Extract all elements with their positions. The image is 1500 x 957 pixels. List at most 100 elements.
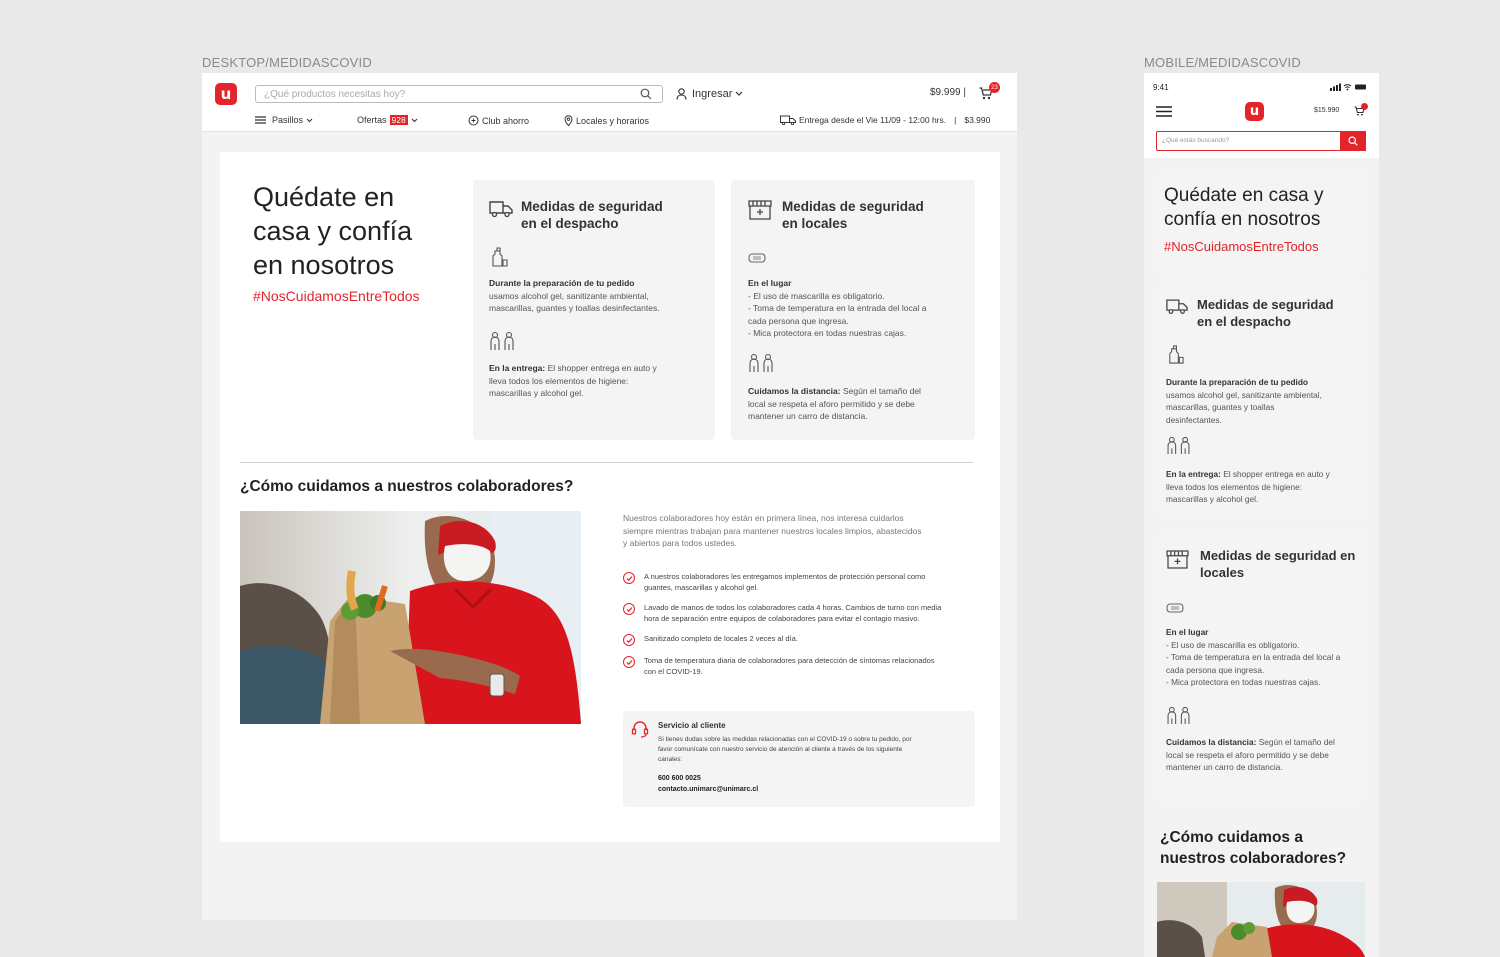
- mobile-dispatch-preparation-title: Durante la preparación de tu pedido: [1166, 377, 1308, 387]
- stores-place-line: - Mica protectora en todas nuestras caja…: [748, 328, 907, 338]
- two-people-icon: [1167, 706, 1190, 725]
- mobile-search-input[interactable]: ¿Qué estás buscando?: [1156, 131, 1366, 151]
- brand-logo[interactable]: u: [215, 83, 237, 105]
- login-button[interactable]: Ingresar: [692, 88, 743, 100]
- main-content: Quédate en casa y confía en nosotros #No…: [220, 152, 1000, 842]
- list-item-text: Lavado de manos de todos los colaborador…: [644, 603, 942, 623]
- mobile-stores-title: Medidas de seguridad en locales: [1200, 548, 1356, 580]
- mobile-dispatch-preparation-body: usamos alcohol gel, sanitizante ambienta…: [1166, 389, 1322, 425]
- check-circle-icon: [623, 572, 635, 584]
- sanitizer-bottle-icon: [1169, 345, 1184, 364]
- mobile-stores-place-line: - El uso de mascarilla es obligatorio.: [1166, 639, 1300, 650]
- dispatch-measures-card: Medidas de seguridad en el despacho Dura…: [473, 180, 715, 440]
- delivery-separator: |: [954, 115, 957, 125]
- cart-total[interactable]: $9.999 |: [930, 87, 966, 98]
- list-item-text: Toma de temperatura diaria de colaborado…: [644, 656, 935, 676]
- mobile-cart-total[interactable]: $15.990: [1314, 107, 1339, 114]
- dispatch-delivery-text: En la entrega: El shopper entrega en aut…: [489, 362, 659, 400]
- nav-club[interactable]: Club ahorro: [468, 115, 529, 126]
- sanitizer-bottle-icon: [492, 247, 508, 267]
- section-divider: [240, 462, 973, 463]
- delivery-info[interactable]: Entrega desde el Vie 11/09 - 12:00 hrs. …: [780, 115, 990, 125]
- hero-title: Quédate en casa y confía en nosotros: [253, 182, 413, 280]
- two-people-icon: [749, 353, 773, 372]
- list-item: A nuestros colaboradores les entregamos …: [623, 571, 943, 593]
- mobile-stores-place-line: - Toma de temperatura en la entrada del …: [1166, 652, 1341, 675]
- mobile-stores-card: Medidas de seguridad en locales En el lu…: [1157, 531, 1365, 803]
- service-title: Servicio al cliente: [658, 721, 726, 730]
- store-icon: [748, 200, 772, 220]
- delivery-truck-icon: [489, 201, 513, 218]
- stores-place-title: En el lugar: [748, 278, 792, 288]
- stores-place-line: - El uso de mascarilla es obligatorio.: [748, 290, 885, 301]
- mobile-frame: 9:41 u $15.990 ¿Qué estás buscando? Quéd…: [1144, 73, 1379, 957]
- hero-hashtag: #NosCuidamosEntreTodos: [253, 288, 420, 304]
- cart-total-value: $9.999: [930, 87, 961, 98]
- stores-distance-title: Cuidamos la distancia:: [748, 386, 841, 396]
- nav-aisles-label: Pasillos: [272, 115, 304, 125]
- dispatch-preparation-text: Durante la preparación de tu pedido usamo…: [489, 277, 694, 315]
- mobile-header: 9:41 u $15.990 ¿Qué estás buscando?: [1144, 73, 1379, 158]
- stores-place-text: En el lugar - El uso de mascarilla es ob…: [748, 277, 943, 340]
- login-label: Ingresar: [692, 88, 733, 100]
- status-time: 9:41: [1153, 83, 1169, 92]
- mobile-dispatch-preparation: Durante la preparación de tu pedido usam…: [1166, 376, 1326, 426]
- stores-measures-card: Medidas de seguridad en locales En el lu…: [731, 180, 975, 440]
- dispatch-delivery-title: En la entrega:: [489, 363, 546, 373]
- collaborators-title: ¿Cómo cuidamos a nuestros colaboradores?: [240, 478, 574, 495]
- cart-badge: 23: [989, 82, 1000, 93]
- mobile-stores-distance-title: Cuidamos la distancia:: [1166, 737, 1257, 747]
- menu-icon: [255, 116, 266, 124]
- delivery-truck-icon: [1166, 299, 1188, 314]
- nav-offers[interactable]: Ofertas 928: [357, 115, 418, 125]
- dispatch-card-title: Medidas de seguridad en el despacho: [521, 199, 663, 231]
- piggy-bank-icon: [468, 115, 479, 126]
- mobile-hero-title: Quédate en casa y confía en nosotros: [1164, 185, 1324, 230]
- user-icon: [676, 88, 687, 100]
- mobile-dispatch-delivery-title: En la entrega:: [1166, 469, 1221, 479]
- search-input[interactable]: ¿Qué productos necesitas hoy?: [255, 85, 663, 103]
- dispatch-preparation-title: Durante la preparación de tu pedido: [489, 278, 635, 288]
- location-pin-icon: [564, 115, 573, 126]
- mobile-search-button[interactable]: [1340, 131, 1366, 151]
- status-icons: [1330, 83, 1366, 91]
- delivery-truck-icon: [780, 115, 796, 125]
- cart-separator: |: [963, 87, 966, 98]
- delivery-price: $3.990: [964, 115, 991, 125]
- nav-stores[interactable]: Locales y horarios: [564, 115, 649, 126]
- check-circle-icon: [623, 656, 635, 668]
- search-icon: [1348, 136, 1358, 146]
- desktop-frame: u ¿Qué productos necesitas hoy? Ingresar…: [202, 73, 1017, 920]
- desktop-frame-label: DESKTOP/MEDIDASCOVID: [202, 55, 372, 70]
- service-email[interactable]: contacto.unimarc@unimarc.cl: [658, 786, 758, 793]
- service-phone[interactable]: 600 600 0025: [658, 775, 701, 782]
- delivery-worker-photo: [240, 511, 581, 724]
- dispatch-preparation-body: usamos alcohol gel, sanitizante ambienta…: [489, 290, 660, 314]
- collaborators-list: A nuestros colaboradores les entregamos …: [623, 571, 943, 685]
- mobile-hero-card: Quédate en casa y confía en nosotros #No…: [1157, 171, 1365, 276]
- chevron-down-icon: [306, 118, 313, 122]
- list-item-text: Sanitizado completo de locales 2 veces a…: [644, 634, 798, 643]
- list-item-text: A nuestros colaboradores les entregamos …: [644, 572, 926, 592]
- delivery-date: Entrega desde el Vie 11/09 - 12:00 hrs.: [799, 115, 947, 125]
- stores-distance-text: Cuidamos la distancia: Según el tamaño d…: [748, 385, 933, 423]
- mobile-stores-place-line: - Mica protectora en todas nuestras caja…: [1166, 677, 1321, 687]
- offers-badge: 928: [389, 115, 408, 125]
- two-people-icon: [490, 331, 514, 350]
- list-item: Toma de temperatura diaria de colaborado…: [623, 655, 943, 677]
- mobile-dispatch-delivery: En la entrega: El shopper entrega en aut…: [1166, 468, 1331, 506]
- chevron-down-icon: [411, 118, 418, 122]
- brand-logo[interactable]: u: [1245, 102, 1264, 121]
- nav-aisles[interactable]: Pasillos: [255, 115, 313, 125]
- face-mask-icon: [748, 253, 766, 263]
- mobile-collaborators-title: ¿Cómo cuidamos a nuestros colaboradores?: [1160, 829, 1347, 867]
- service-text: Si tienes dudas sobre las medidas relaci…: [658, 736, 912, 763]
- mobile-frame-label: MOBILE/MEDIDASCOVID: [1144, 55, 1301, 70]
- chevron-down-icon: [735, 91, 743, 96]
- headset-icon: [631, 721, 649, 738]
- stores-place-line: - Toma de temperatura en la entrada del …: [748, 303, 927, 326]
- menu-icon[interactable]: [1156, 106, 1172, 117]
- site-header: u ¿Qué productos necesitas hoy? Ingresar…: [202, 73, 1017, 132]
- mobile-dispatch-title: Medidas de seguridad en el despacho: [1197, 297, 1334, 329]
- search-icon[interactable]: [640, 88, 652, 100]
